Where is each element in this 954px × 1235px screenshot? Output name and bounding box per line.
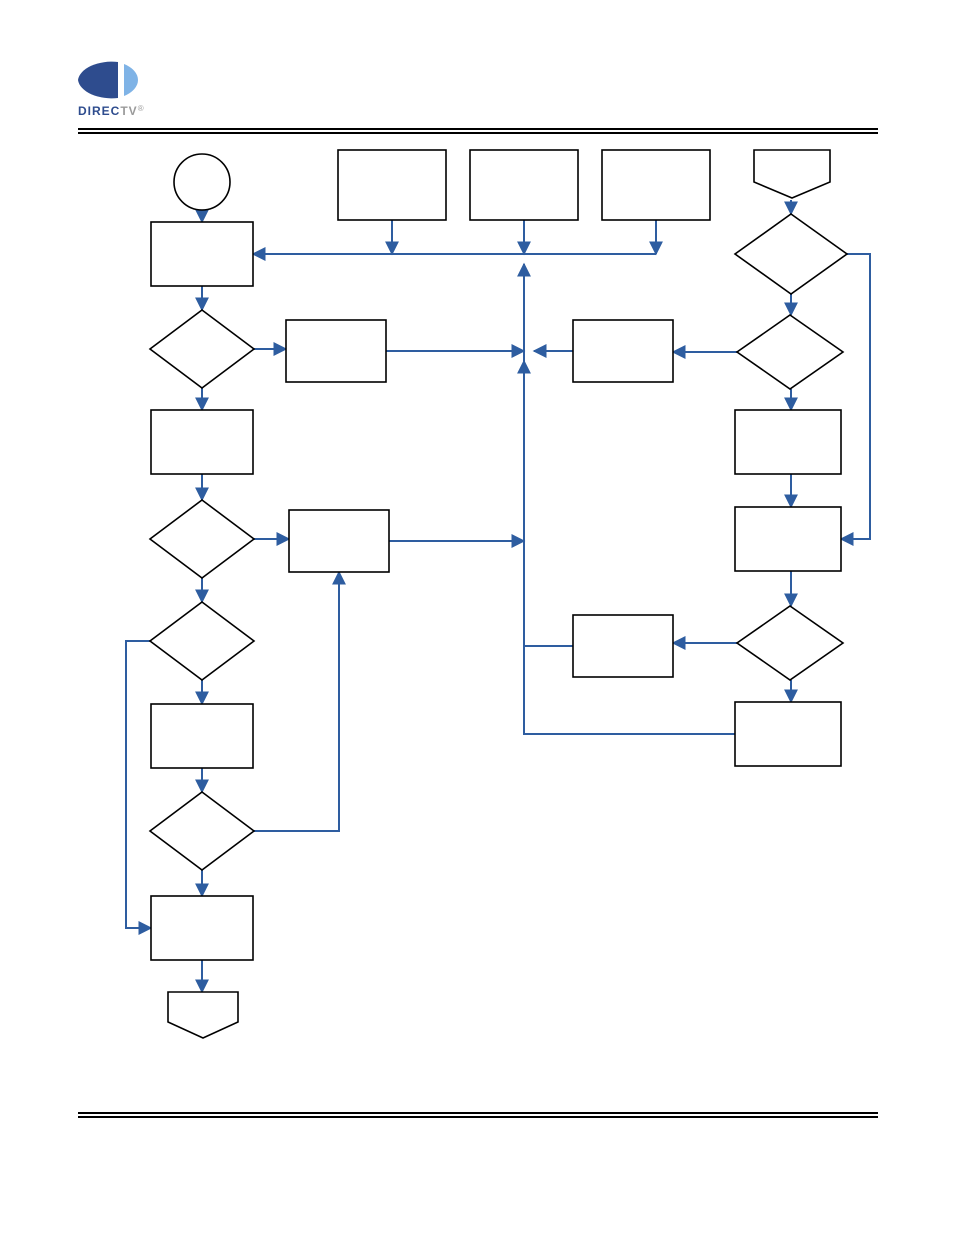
node-connector-bottom	[168, 992, 238, 1038]
node-proc-l4b	[289, 510, 389, 572]
node-start	[174, 154, 230, 210]
node-proc-a	[151, 222, 253, 286]
node-dec-l5	[150, 602, 254, 680]
node-proc-r6	[735, 702, 841, 766]
edge	[841, 254, 870, 539]
node-dec-l4	[150, 500, 254, 578]
directv-logo-text: DIRECTV®	[78, 104, 145, 118]
logo-text-reg: ®	[138, 104, 145, 113]
node-proc-l2	[286, 320, 386, 382]
node-top-proc-1	[338, 150, 446, 220]
node-proc-r4	[735, 507, 841, 571]
edge	[524, 361, 573, 646]
node-top-proc-2	[470, 150, 578, 220]
document-page: DIRECTV®	[0, 0, 954, 1235]
footer-rule	[78, 1112, 878, 1118]
node-top-proc-3	[602, 150, 710, 220]
node-dec-l1	[150, 310, 254, 388]
node-proc-l3	[151, 410, 253, 474]
node-group	[150, 150, 847, 1038]
logo-text-tv: TV	[120, 104, 137, 118]
directv-logo-mark	[78, 60, 140, 100]
node-proc-m1	[573, 320, 673, 382]
node-dec-r5	[737, 606, 843, 680]
node-dec-r1	[735, 214, 847, 294]
node-dec-r2	[737, 315, 843, 389]
edge-group	[126, 200, 870, 992]
node-proc-m5	[573, 615, 673, 677]
flowchart-diagram	[106, 140, 896, 1060]
node-connector-top-right	[754, 150, 830, 198]
node-proc-l6	[151, 704, 253, 768]
edge	[254, 572, 339, 831]
edge	[126, 641, 151, 928]
node-proc-r3	[735, 410, 841, 474]
node-dec-l7	[150, 792, 254, 870]
header-rule	[78, 128, 878, 134]
logo-text-direc: DIREC	[78, 104, 120, 118]
node-proc-l8	[151, 896, 253, 960]
